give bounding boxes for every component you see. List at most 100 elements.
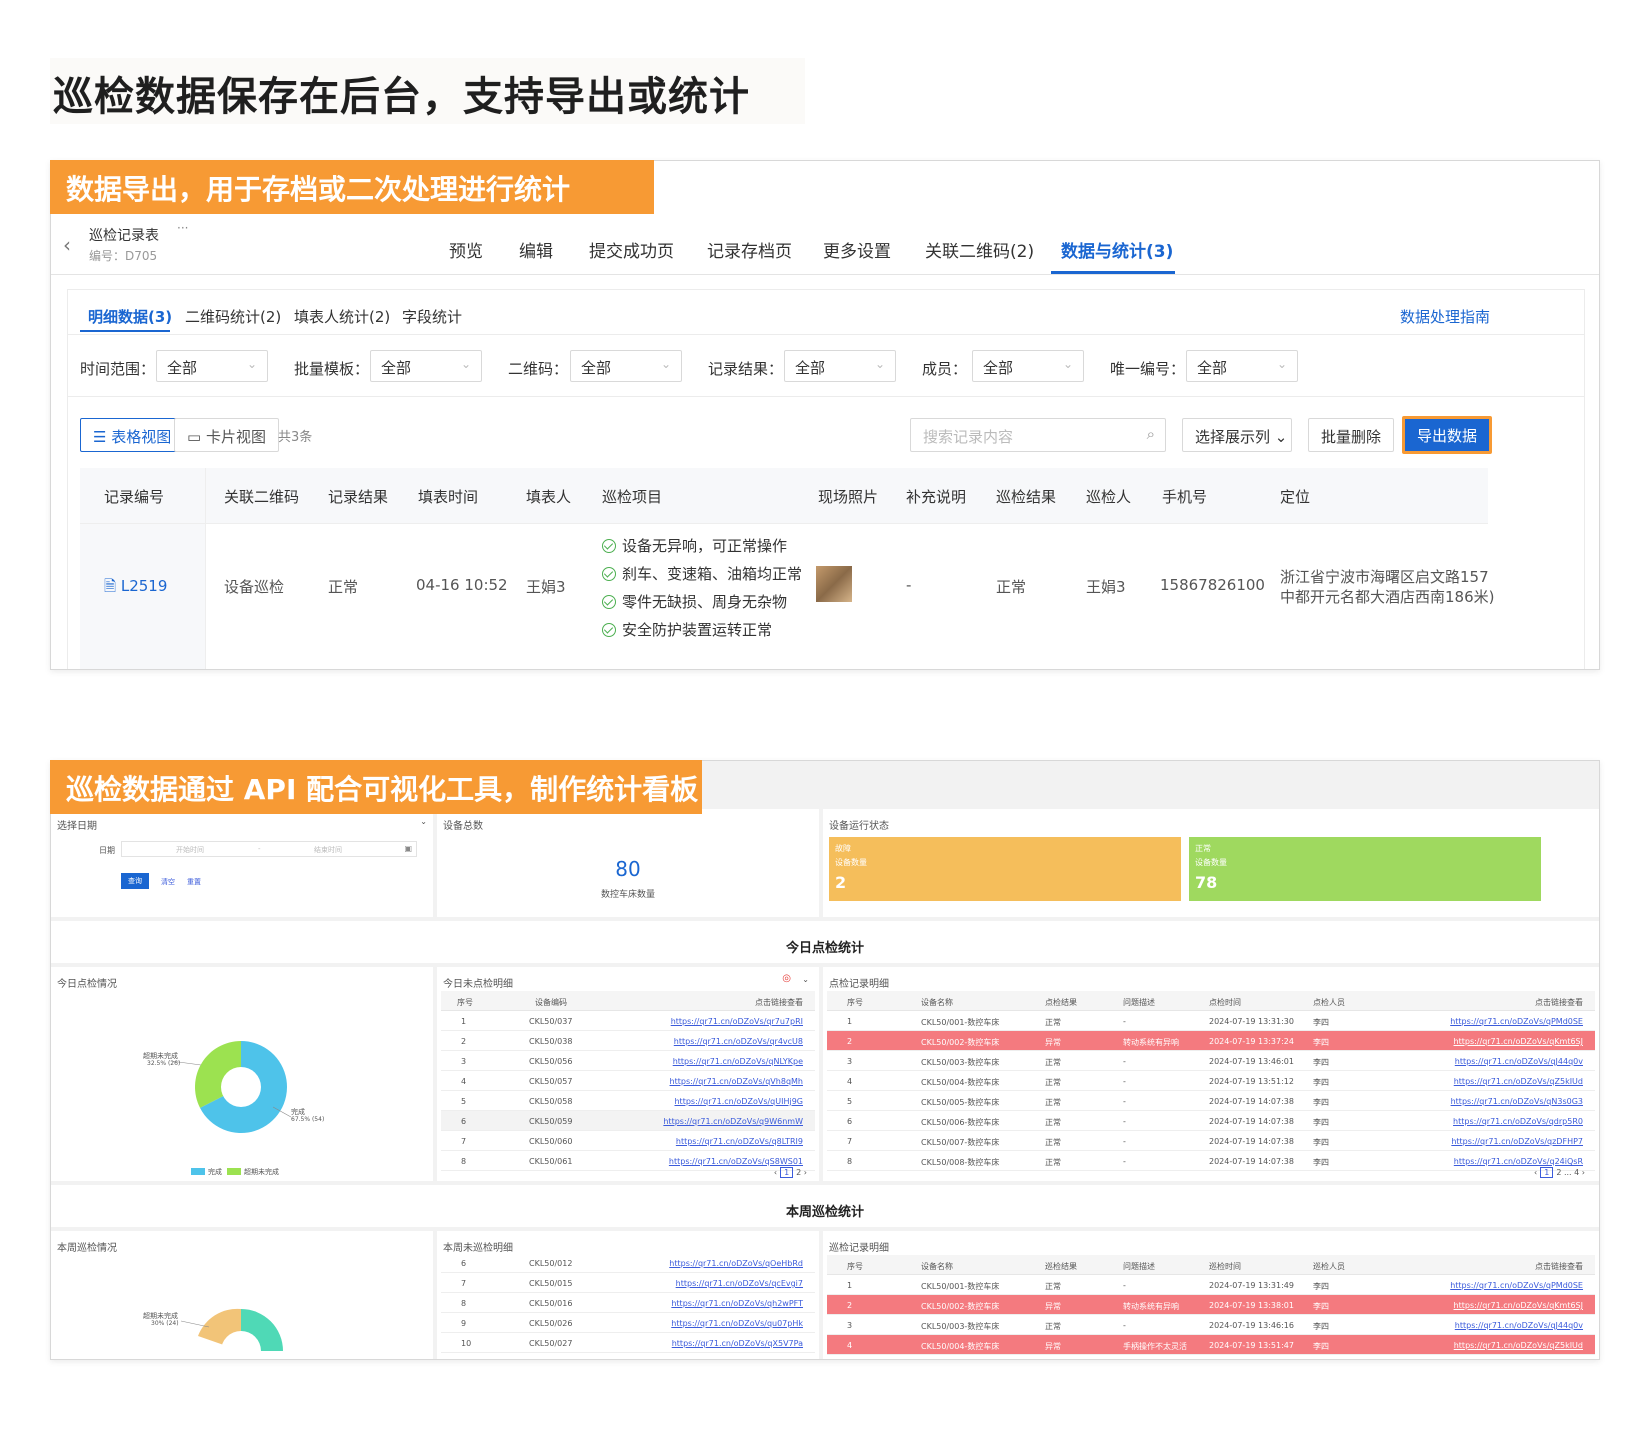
batch-delete-button[interactable]: 批量删除 [1308,418,1395,452]
tab-preview[interactable]: 预览 [449,237,483,262]
table-view-button[interactable]: ☰ 表格视图 [80,418,185,452]
guide-link[interactable]: 数据处理指南 [1400,306,1490,327]
cell-link[interactable]: https://qr71.cn/oDZoVs/qr7u7pRI [671,1017,803,1026]
cell-6[interactable]: https://qr71.cn/oDZoVs/qPMd0SE [1450,1281,1583,1290]
page-current[interactable]: 1 [1540,1167,1554,1178]
collapse-icon[interactable]: ⌄ [420,817,427,826]
table-row[interactable]: 2 CKL50/038 https://qr71.cn/oDZoVs/qr4vcU8 [441,1031,815,1051]
table-row[interactable]: 1 CKL50/037 https://qr71.cn/oDZoVs/qr7u7pR… [441,1011,815,1031]
cell-link[interactable]: https://qr71.cn/oDZoVs/q8LTRI9 [676,1137,803,1146]
back-chevron-icon[interactable]: ‹ [63,233,71,257]
cell-link[interactable]: https://qr71.cn/oDZoVs/qVh8qMh [670,1077,803,1086]
pagination[interactable]: ‹ 1 2 ... 4 › [1534,1167,1585,1178]
table-row[interactable]: 2 CKL50/002-数控车床 异常 转动系统有异响 2024-07-19 13:37… [827,1031,1595,1051]
subtab-field-stats[interactable]: 字段统计 [402,306,462,327]
page-item[interactable]: 4 [1574,1168,1579,1177]
clear-button[interactable]: 清空 [161,877,175,887]
form-title: 巡检记录表 [89,228,159,244]
more-icon[interactable]: ··· [177,221,188,235]
filter-select-member[interactable]: 全部 ⌄ [972,350,1084,382]
table-row[interactable]: 4 CKL50/057 https://qr71.cn/oDZoVs/qVh8qMh [441,1071,815,1091]
page-item[interactable]: 2 [1556,1168,1561,1177]
cell-6[interactable]: https://qr71.cn/oDZoVs/qKmt6SJ [1454,1037,1583,1046]
table-row[interactable]: 5 CKL50/005-数控车床 正常 - 2024-07-19 14:07:38 李四 h… [827,1091,1595,1111]
cell-link[interactable]: https://qr71.cn/oDZoVs/qcEvgi7 [676,1279,803,1288]
filter-select-unique-id[interactable]: 全部 ⌄ [1186,350,1298,382]
filter-select-time[interactable]: 全部 ⌄ [156,350,268,382]
cell-6[interactable]: https://qr71.cn/oDZoVs/qZ5kIUd [1454,1077,1583,1086]
tab-submit-page[interactable]: 提交成功页 [589,237,674,262]
table-row[interactable]: 7 CKL50/007-数控车床 正常 - 2024-07-19 14:07:38 李四 h… [827,1131,1595,1151]
cell-6[interactable]: https://qr71.cn/oDZoVs/qJ44q0v [1455,1321,1583,1330]
cell-5: 李四 [1313,1322,1329,1331]
cell-link[interactable]: https://qr71.cn/oDZoVs/qu07pHk [671,1319,803,1328]
site-photo-thumbnail[interactable] [816,566,852,602]
table-row[interactable]: 7 CKL50/015 https://qr71.cn/oDZoVs/qcEvgi7 [441,1273,815,1293]
filter-value: 全部 [983,359,1014,377]
subtab-detail[interactable]: 明细数据(3) [88,306,172,327]
tab-archive-page[interactable]: 记录存档页 [707,237,792,262]
table-row[interactable]: 6 CKL50/006-数控车床 正常 - 2024-07-19 14:07:38 李四 h… [827,1111,1595,1131]
cell-link[interactable]: https://qr71.cn/oDZoVs/qNLYKpe [673,1057,803,1066]
cell-6[interactable]: https://qr71.cn/oDZoVs/qdrp5R0 [1453,1117,1583,1126]
table-row[interactable]: 8 CKL50/061 https://qr71.cn/oDZoVs/qS8WS01 [441,1151,815,1171]
cell-6[interactable]: https://qr71.cn/oDZoVs/qZ5kIUd [1454,1341,1583,1350]
tab-data-stats[interactable]: 数据与统计(3) [1061,237,1173,262]
tab-edit[interactable]: 编辑 [519,237,553,262]
filter-select-result[interactable]: 全部 ⌄ [784,350,896,382]
pagination[interactable]: ‹ 1 2 › [774,1167,807,1178]
table-row[interactable]: 3 CKL50/056 https://qr71.cn/oDZoVs/qNLYKpe [441,1051,815,1071]
table-row[interactable]: 2 CKL50/002-数控车床 异常 转动系统有异响 2024-07-19 13:38… [827,1295,1595,1315]
table-row[interactable]: 4 CKL50/004-数控车床 正常 - 2024-07-19 13:51:12 李四 h… [827,1071,1595,1091]
page-item[interactable]: 2 [796,1168,801,1177]
chevron-down-icon[interactable]: ⌄ [802,975,809,984]
cell-link[interactable]: https://qr71.cn/oDZoVs/qUIHj9G [674,1097,803,1106]
export-data-button[interactable]: 导出数据 [1402,416,1492,454]
tab-linked-qrcode[interactable]: 关联二维码(2) [925,237,1034,262]
page-current[interactable]: 1 [780,1167,794,1178]
subtab-qrcode-stats[interactable]: 二维码统计(2) [185,306,281,327]
cell-link[interactable]: https://qr71.cn/oDZoVs/qX5V7Pa [672,1339,803,1348]
cell-6[interactable]: https://qr71.cn/oDZoVs/qN3s0G3 [1451,1097,1583,1106]
choose-columns-button[interactable]: 选择展示列 ⌄ [1182,418,1292,452]
table-row[interactable]: 6 CKL50/059 https://qr71.cn/oDZoVs/q9W6nmW [441,1111,815,1131]
table-row[interactable]: 1 CKL50/001-数控车床 正常 - 2024-07-19 13:31:49 李四 h… [827,1275,1595,1295]
table-row[interactable]: 1 CKL50/001-数控车床 正常 - 2024-07-19 13:31:30 李四 h… [827,1011,1595,1031]
cell-link[interactable]: https://qr71.cn/oDZoVs/qr4vcU8 [674,1037,803,1046]
tab-more-settings[interactable]: 更多设置 [823,237,891,262]
cell-link[interactable]: https://qr71.cn/oDZoVs/qS8WS01 [669,1157,803,1166]
today-pie-chart [170,1041,292,1133]
subtab-filler-stats[interactable]: 填表人统计(2) [294,306,390,327]
cell-6[interactable]: https://qr71.cn/oDZoVs/qPMd0SE [1450,1017,1583,1026]
cell-6[interactable]: https://qr71.cn/oDZoVs/qzDFHP7 [1451,1137,1583,1146]
cell-link[interactable]: https://qr71.cn/oDZoVs/qh2wPFT [671,1299,803,1308]
table-row[interactable]: 4 CKL50/004-数控车床 异常 手柄操作不太灵活 2024-07-19 13:5… [827,1335,1595,1355]
cell-6[interactable]: https://qr71.cn/oDZoVs/q24iQsR [1454,1157,1583,1166]
table-row[interactable]: 8 CKL50/016 https://qr71.cn/oDZoVs/qh2wPFT [441,1293,815,1313]
cell-link[interactable]: https://qr71.cn/oDZoVs/q9W6nmW [663,1117,803,1126]
search-input[interactable]: 搜索记录内容 ⌕ [910,418,1166,452]
cell-5: 李四 [1313,1118,1329,1127]
table-row[interactable]: 3 CKL50/003-数控车床 正常 - 2024-07-19 13:46:16 李四 h… [827,1315,1595,1335]
filter-label-result: 记录结果： [708,360,784,378]
filter-select-template[interactable]: 全部 ⌄ [370,350,482,382]
cell-6[interactable]: https://qr71.cn/oDZoVs/qKmt6SJ [1454,1301,1583,1310]
table-row[interactable]: 8 CKL50/008-数控车床 正常 - 2024-07-19 14:07:38 李四 h… [827,1151,1595,1171]
table-row[interactable]: 5 CKL50/058 https://qr71.cn/oDZoVs/qUIHj9G [441,1091,815,1111]
record-id-link[interactable]: 🗎 L2519 [104,576,167,601]
cell-link[interactable]: https://qr71.cn/oDZoVs/qOeHbRd [669,1259,803,1268]
filter-select-qrcode[interactable]: 全部 ⌄ [570,350,682,382]
date-range-input[interactable]: 开始时间 - 结束时间 ▣ [121,841,417,857]
reset-button[interactable]: 重置 [187,877,201,887]
table-row[interactable]: 9 CKL50/026 https://qr71.cn/oDZoVs/qu07pHk [441,1313,815,1333]
target-icon[interactable]: ◎ [782,973,791,984]
table-row[interactable]: 7 CKL50/060 https://qr71.cn/oDZoVs/q8LTRI9 [441,1131,815,1151]
cell-6[interactable]: https://qr71.cn/oDZoVs/qJ44q0v [1455,1057,1583,1066]
table-row[interactable]: 🗎 L2519 设备巡检 正常 04-16 10:52 王娟3 设备无异响，可正… [80,524,1494,669]
table-row[interactable]: 10 CKL50/027 https://qr71.cn/oDZoVs/qX5V7P… [441,1333,815,1353]
table-row[interactable]: 6 CKL50/012 https://qr71.cn/oDZoVs/qOeHbRd [441,1253,815,1273]
card-view-button[interactable]: ▭ 卡片视图 [174,418,279,452]
col-result: 记录结果 [328,488,389,506]
table-row[interactable]: 3 CKL50/003-数控车床 正常 - 2024-07-19 13:46:01 李四 h… [827,1051,1595,1071]
query-button[interactable]: 查询 [121,873,149,889]
